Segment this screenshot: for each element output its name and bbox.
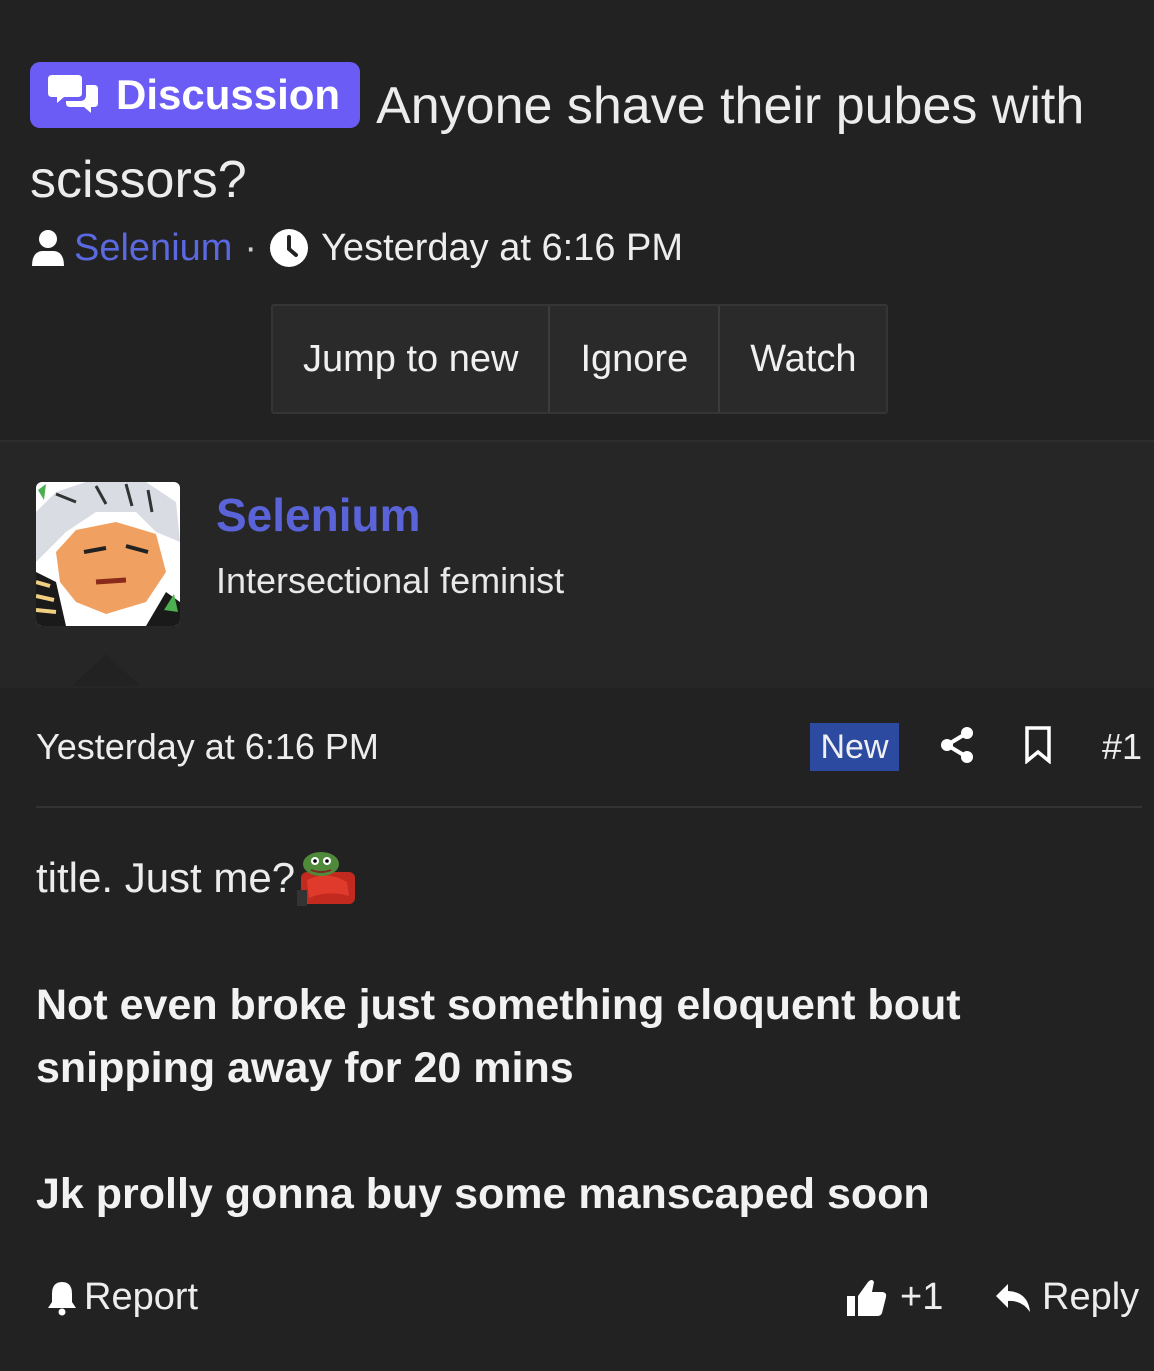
- like-button[interactable]: +1: [846, 1276, 943, 1319]
- author-pointer-arrow: [72, 654, 140, 686]
- thread-header: Discussion Anyone shave their pubes with…: [0, 0, 1154, 440]
- comments-icon: [48, 75, 98, 113]
- reply-icon: [996, 1283, 1030, 1312]
- thread-timestamp[interactable]: Yesterday at 6:16 PM: [321, 227, 683, 270]
- post-author-block: Selenium Intersectional feminist: [0, 440, 1154, 688]
- thread-author-link[interactable]: Selenium: [74, 227, 232, 270]
- new-badge: New: [810, 723, 899, 771]
- post-body-line: title. Just me?: [36, 850, 357, 906]
- thumbs-up-icon: [847, 1279, 887, 1316]
- reply-button[interactable]: Reply: [994, 1276, 1139, 1319]
- post-text-line2: Not even broke just something eloquent b…: [36, 981, 961, 1092]
- watch-button[interactable]: Watch: [720, 306, 886, 412]
- bookmark-icon[interactable]: [1024, 726, 1052, 764]
- like-count: +1: [900, 1276, 944, 1318]
- report-button[interactable]: Report: [46, 1276, 198, 1319]
- report-label: Report: [84, 1276, 199, 1318]
- prefix-label: Discussion: [116, 71, 341, 118]
- reply-label: Reply: [1042, 1276, 1140, 1318]
- post-timestamp[interactable]: Yesterday at 6:16 PM: [36, 726, 379, 768]
- bell-icon: [48, 1281, 76, 1315]
- thread-meta: Selenium · Yesterday at 6:16 PM: [30, 224, 683, 272]
- post-number-link[interactable]: #1: [1102, 726, 1142, 768]
- jump-to-new-button[interactable]: Jump to new: [273, 306, 551, 412]
- meta-separator: ·: [244, 226, 258, 269]
- post-text-line1: title. Just me?: [36, 854, 296, 901]
- avatar[interactable]: [36, 482, 180, 626]
- post-divider: [36, 806, 1142, 808]
- pepe-emoji: [297, 852, 356, 906]
- post-author-name[interactable]: Selenium: [216, 488, 421, 542]
- ignore-button[interactable]: Ignore: [550, 306, 721, 412]
- post-author-title: Intersectional feminist: [216, 560, 565, 601]
- post-text-line3: Jk prolly gonna buy some manscaped soon: [36, 1170, 930, 1218]
- share-icon[interactable]: [940, 726, 974, 764]
- thread-actions: Jump to new Ignore Watch: [271, 304, 889, 414]
- clock-icon: [270, 229, 309, 267]
- user-icon: [32, 230, 64, 266]
- discussion-prefix-badge[interactable]: Discussion: [30, 62, 361, 128]
- post-footer: Report +1 Reply: [36, 1276, 1140, 1328]
- thread-title-line: Discussion Anyone shave their pubes with…: [30, 62, 1140, 217]
- post-meta: Yesterday at 6:16 PM New #1: [36, 720, 1142, 776]
